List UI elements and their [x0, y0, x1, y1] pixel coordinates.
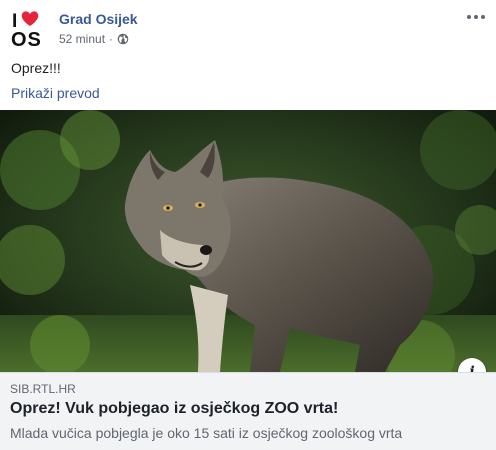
- page-name-link[interactable]: Grad Osijek: [59, 11, 138, 27]
- avatar-letters-os: OS: [11, 29, 42, 47]
- post-timestamp[interactable]: 52 minut: [59, 32, 105, 46]
- link-domain: SIB.RTL.HR: [10, 382, 76, 396]
- link-description: Mlada vučica pobjegla je oko 15 sati iz …: [10, 425, 403, 441]
- post-text: Oprez!!!: [11, 60, 61, 76]
- meta-separator: ·: [109, 32, 114, 46]
- post-meta: 52 minut ·: [59, 32, 129, 46]
- globe-icon[interactable]: [117, 33, 129, 45]
- link-preview-card[interactable]: SIB.RTL.HR Oprez! Vuk pobjegao iz osječk…: [0, 372, 496, 450]
- post-header: I OS Grad Osijek 52 minut ·: [0, 0, 496, 54]
- link-preview-image[interactable]: [0, 110, 496, 372]
- more-options-icon[interactable]: [464, 8, 488, 26]
- heart-icon: [21, 11, 39, 26]
- link-title[interactable]: Oprez! Vuk pobjegao iz osječkog ZOO vrta…: [10, 400, 338, 418]
- avatar[interactable]: I OS: [11, 9, 49, 51]
- see-translation-link[interactable]: Prikaži prevod: [11, 85, 100, 101]
